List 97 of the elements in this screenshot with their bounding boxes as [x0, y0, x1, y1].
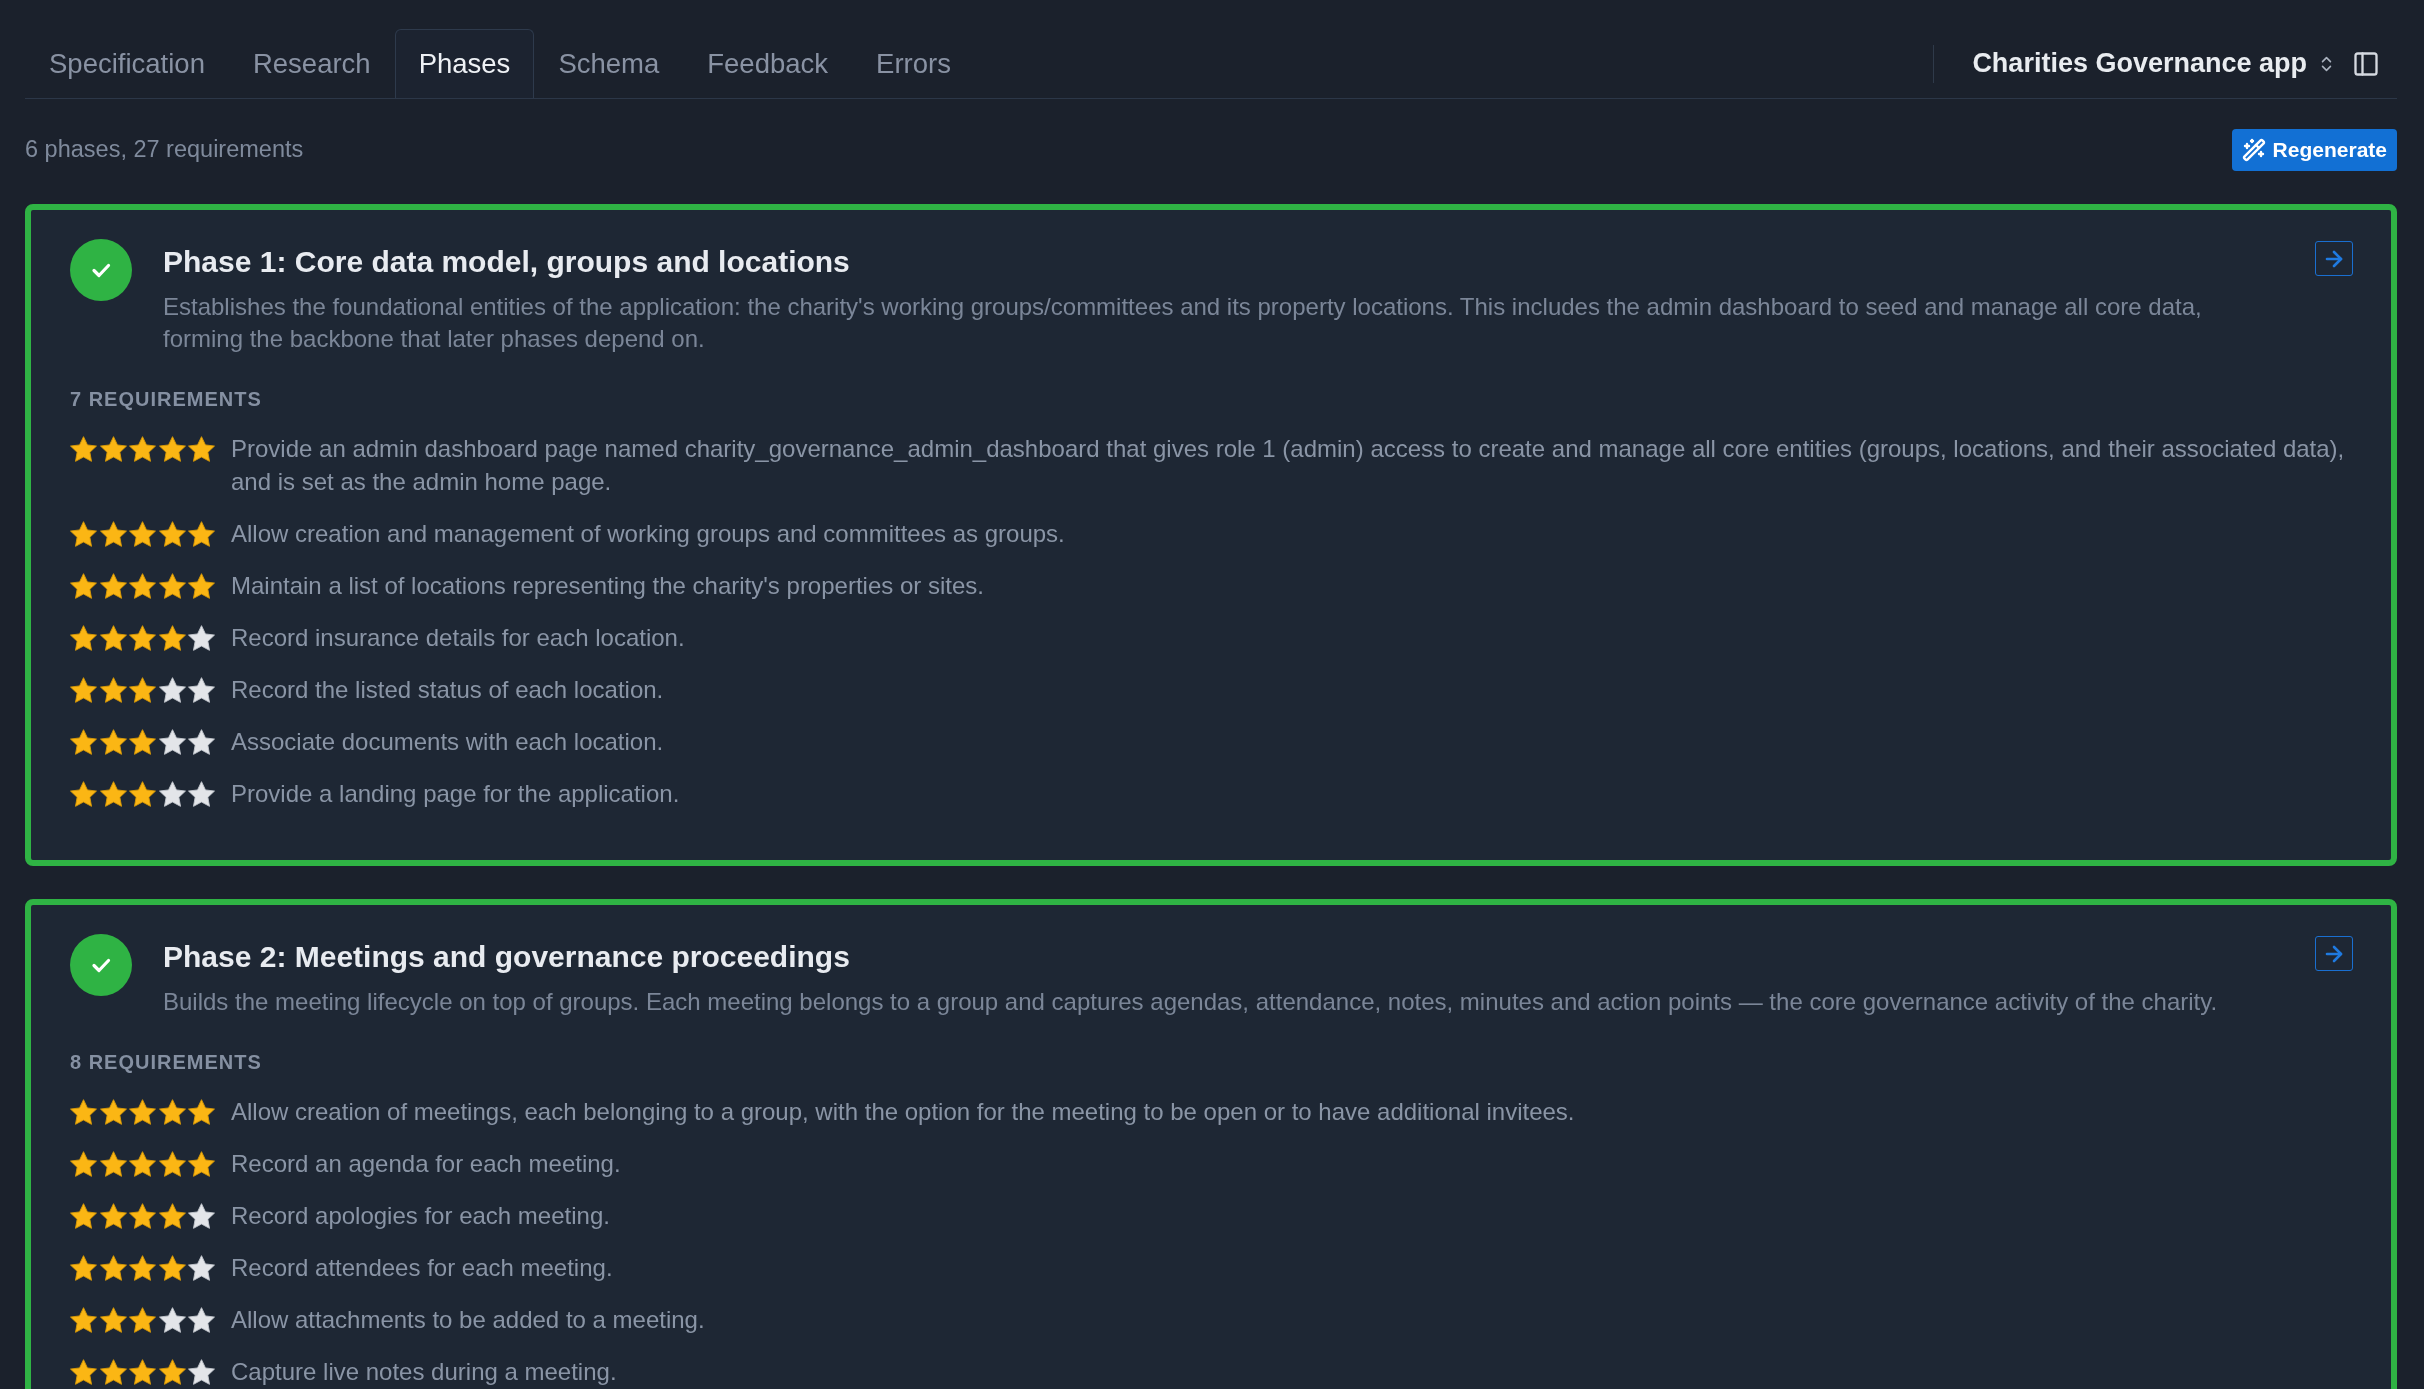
star-icon	[158, 1202, 186, 1229]
requirement-text: Record the listed status of each location.	[231, 675, 664, 705]
star-icon	[129, 1150, 156, 1177]
star-icon	[158, 1306, 186, 1333]
requirement-text: Associate documents with each location.	[231, 727, 664, 757]
star-icon	[99, 624, 127, 651]
star-icon	[158, 1254, 186, 1281]
phase-title: Phase 1: Core data model, groups and locations	[163, 244, 851, 280]
star-icon	[70, 435, 97, 462]
star-icon	[70, 572, 97, 599]
star-icon	[70, 1202, 97, 1229]
tab[interactable]: Schema	[534, 29, 684, 98]
star-icon	[70, 780, 97, 807]
requirement-text: Provide a landing page for the application.	[231, 779, 680, 809]
requirement-text: Maintain a list of locations representing the charity's properties or sites.	[231, 571, 984, 601]
requirement-text: Record insurance details for each location.	[231, 623, 685, 653]
requirement-text: Allow attachments to be added to a meeting.	[231, 1305, 705, 1335]
star-icon	[129, 1202, 156, 1229]
star-icon	[188, 1098, 215, 1125]
star-icon	[158, 520, 186, 547]
phase-description: Builds the meeting lifecycle on top of groups. Each meeting belongs to a group and captures agendas, attendance, notes, minutes and action points — the core governance activity of the charity.	[163, 987, 2219, 1017]
requirement-text: Capture live notes during a meeting.	[231, 1357, 617, 1387]
star-icon	[129, 1306, 156, 1333]
star-icon	[158, 624, 186, 651]
star-icon	[99, 435, 127, 462]
star-icon	[129, 520, 156, 547]
tab[interactable]: Specification	[25, 29, 229, 98]
phase-description: Establishes the foundational entities of the application: the charity's working groups/committees and its property locations. This includes the admin dashboard to seed and manage all core data, forming the backbone that later phases depend on.	[163, 292, 2203, 354]
star-icon	[158, 728, 186, 755]
tab[interactable]: Research	[228, 29, 395, 98]
star-icon	[188, 624, 215, 651]
requirement-text: Provide an admin dashboard page named charity_governance_admin_dashboard that gives role 1 (admin) access to create and manage all core entities (groups, locations, and their associated data), and is set as the admin home page.	[231, 434, 2346, 497]
star-icon	[188, 676, 215, 703]
star-icon	[129, 1358, 156, 1385]
summary-text: 6 phases, 27 requirements	[25, 135, 304, 165]
requirement-text: Allow creation of meetings, each belonging to a group, with the option for the meeting to be open or to have additional invitees.	[231, 1097, 1575, 1127]
star-icon	[70, 1098, 97, 1125]
star-icon	[188, 1306, 215, 1333]
magic-wand-icon	[2241, 138, 2266, 162]
star-icon	[70, 1254, 97, 1281]
star-icon	[129, 435, 156, 462]
sidebar-toggle-icon[interactable]	[2352, 49, 2380, 78]
star-icon	[188, 520, 215, 547]
star-icon	[158, 435, 186, 462]
star-icon	[70, 1358, 97, 1385]
star-icon	[158, 780, 186, 807]
star-icon	[188, 1150, 215, 1177]
star-icon	[188, 1202, 215, 1229]
star-icon	[158, 1150, 186, 1177]
star-icon	[158, 572, 186, 599]
star-icon	[99, 572, 127, 599]
requirement-text: Allow creation and management of working groups and committees as groups.	[231, 519, 1065, 549]
star-icon	[70, 1306, 97, 1333]
star-icon	[188, 780, 215, 807]
requirements-heading: 8 REQUIREMENTS	[70, 1050, 263, 1074]
star-icon	[99, 1202, 127, 1229]
tab[interactable]: Phases	[394, 29, 535, 98]
star-icon	[99, 1306, 127, 1333]
star-icon	[70, 676, 97, 703]
requirement-text: Record an agenda for each meeting.	[231, 1149, 621, 1179]
star-icon	[129, 572, 156, 599]
star-icon	[99, 1358, 127, 1385]
star-icon	[99, 1254, 127, 1281]
star-icon	[99, 1098, 127, 1125]
arrow-link-button[interactable]	[2315, 241, 2353, 276]
star-icon	[188, 1358, 215, 1385]
phase-title: Phase 2: Meetings and governance proceedings	[163, 939, 851, 975]
star-icon	[70, 728, 97, 755]
star-icon	[129, 1098, 156, 1125]
project-selector[interactable]: Charities Governance app	[1972, 43, 2336, 84]
requirement-text: Record apologies for each meeting.	[231, 1201, 610, 1231]
star-icon	[99, 728, 127, 755]
star-icon	[158, 676, 186, 703]
star-icon	[99, 1150, 127, 1177]
star-icon	[99, 780, 127, 807]
star-icon	[188, 728, 215, 755]
star-icon	[129, 624, 156, 651]
star-icon	[129, 780, 156, 807]
arrow-link-button[interactable]	[2315, 936, 2353, 971]
regenerate-button[interactable]: Regenerate	[2231, 129, 2397, 171]
star-icon	[188, 435, 215, 462]
star-icon	[188, 1254, 215, 1281]
requirements-heading: 7 REQUIREMENTS	[70, 387, 263, 411]
requirement-text: Record attendees for each meeting.	[231, 1253, 613, 1283]
star-icon	[158, 1358, 186, 1385]
star-icon	[129, 728, 156, 755]
star-icon	[129, 676, 156, 703]
star-icon	[158, 1098, 186, 1125]
star-icon	[129, 1254, 156, 1281]
tab[interactable]: Feedback	[683, 29, 853, 98]
star-icon	[99, 520, 127, 547]
star-icon	[70, 520, 97, 547]
tab[interactable]: Errors	[852, 29, 975, 98]
star-icon	[70, 1150, 97, 1177]
star-icon	[70, 624, 97, 651]
star-icon	[188, 572, 215, 599]
star-icon	[99, 676, 127, 703]
